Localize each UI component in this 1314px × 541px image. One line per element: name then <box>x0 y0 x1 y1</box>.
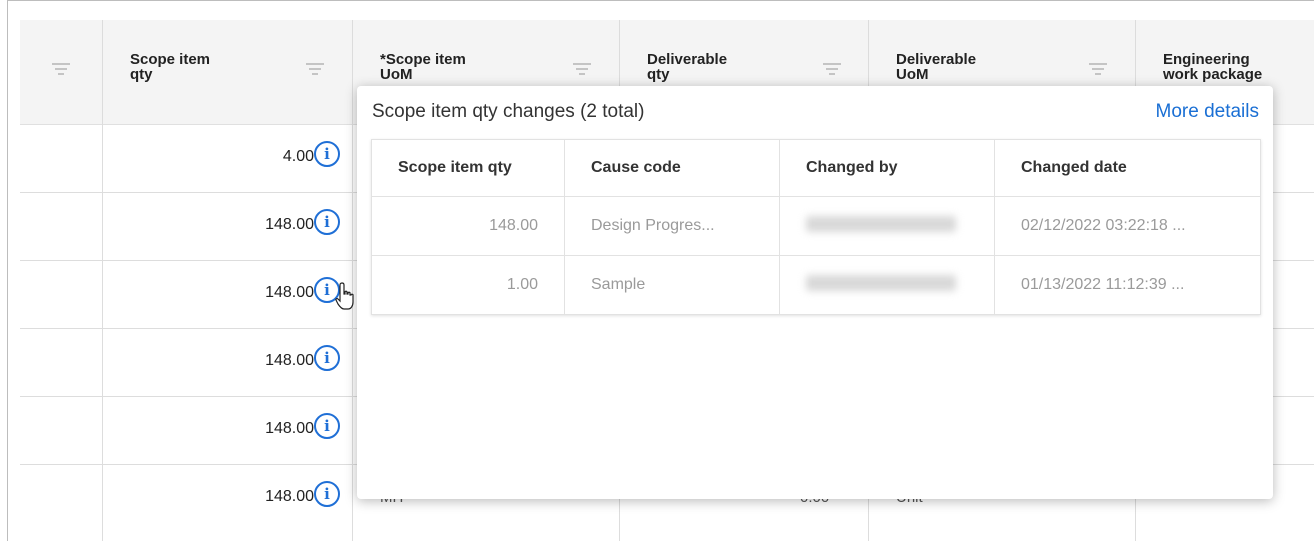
change-by-cell <box>779 255 995 315</box>
pointer-cursor-icon <box>335 282 354 310</box>
header-changed-date: Changed date <box>994 139 1261 197</box>
info-icon[interactable]: i <box>314 481 340 507</box>
redacted-name <box>806 215 956 232</box>
changes-row: 1.00 Sample 01/13/2022 11:12:39 ... <box>371 255 1261 315</box>
filter-icon[interactable] <box>52 63 70 77</box>
column-header-label: Deliverable UoM <box>896 51 977 83</box>
header-cause-code: Cause code <box>564 139 780 197</box>
column-header-label: *Scope item UoM <box>380 51 466 83</box>
info-icon[interactable]: i <box>314 345 340 371</box>
column-header-label: Scope item qty <box>130 51 211 83</box>
more-details-link[interactable]: More details <box>1156 101 1260 123</box>
changes-table: Scope item qty Cause code Changed by Cha… <box>371 139 1261 315</box>
column-header-label: Engineering work package <box>1163 51 1263 83</box>
qty-changes-popup: Scope item qty changes (2 total) More de… <box>357 86 1273 499</box>
header-changed-by: Changed by <box>779 139 995 197</box>
column-header-select[interactable] <box>20 20 102 124</box>
filter-icon[interactable] <box>1089 63 1107 77</box>
filter-icon[interactable] <box>573 63 591 77</box>
info-icon[interactable]: i <box>314 209 340 235</box>
filter-icon[interactable] <box>823 63 841 77</box>
change-date-cell: 02/12/2022 03:22:18 ... <box>994 196 1261 256</box>
scope-item-qty-cell: 148.00 <box>265 488 314 505</box>
scope-item-qty-cell: 148.00 <box>265 284 314 301</box>
filter-icon[interactable] <box>306 63 324 77</box>
change-by-cell <box>779 196 995 256</box>
scope-item-qty-cell: 148.00 <box>265 420 314 437</box>
scope-item-qty-cell: 148.00 <box>265 352 314 369</box>
info-icon[interactable]: i <box>314 141 340 167</box>
scope-item-qty-cell: 4.00 <box>282 148 314 165</box>
header-scope-item-qty: Scope item qty <box>371 139 565 197</box>
redacted-name <box>806 274 956 291</box>
change-qty-cell: 1.00 <box>371 255 565 315</box>
popup-title: Scope item qty changes (2 total) <box>372 101 645 122</box>
change-cause-cell: Sample <box>564 255 780 315</box>
column-header-scope-item-qty[interactable]: Scope item qty <box>102 20 352 124</box>
changes-row: 148.00 Design Progres... 02/12/2022 03:2… <box>371 196 1261 256</box>
change-qty-cell: 148.00 <box>371 196 565 256</box>
changes-table-header: Scope item qty Cause code Changed by Cha… <box>371 139 1261 197</box>
info-icon[interactable]: i <box>314 413 340 439</box>
scope-item-qty-cell: 148.00 <box>265 216 314 233</box>
change-cause-cell: Design Progres... <box>564 196 780 256</box>
column-header-label: Deliverable qty <box>647 51 728 83</box>
change-date-cell: 01/13/2022 11:12:39 ... <box>994 255 1261 315</box>
